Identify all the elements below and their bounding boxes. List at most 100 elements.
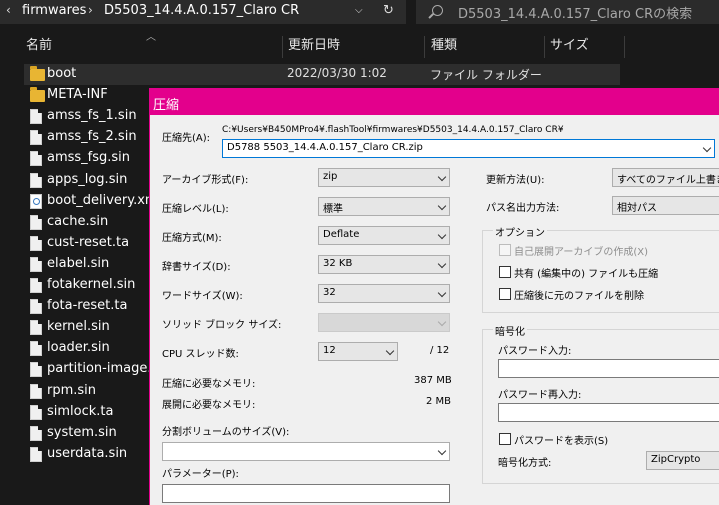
file-icon bbox=[30, 235, 42, 251]
dest-label: 圧縮先(A): bbox=[162, 133, 211, 144]
chevron-down-icon bbox=[437, 317, 447, 327]
dict-label: 辞書サイズ(D): bbox=[162, 262, 231, 273]
shared-label[interactable]: 共有 (編集中の) ファイルも圧縮 bbox=[514, 265, 658, 280]
dest-file-combo[interactable]: D5788 5503_14.4.A.0.157_Claro CR.zip bbox=[222, 139, 715, 158]
address-dropdown-icon[interactable]: ⌵ bbox=[355, 5, 363, 16]
chevron-down-icon bbox=[437, 259, 447, 269]
path-label: パス名出力方法: bbox=[486, 203, 560, 214]
threads-value: 12 bbox=[323, 345, 336, 356]
level-label: 圧縮レベル(L): bbox=[162, 204, 229, 215]
search-icon bbox=[432, 5, 443, 16]
compress-dialog: 圧縮 圧縮先(A): C:¥Users¥B450MPro4¥.flashTool… bbox=[149, 88, 719, 505]
file-type: ファイル フォルダー bbox=[430, 68, 542, 82]
threads-select[interactable]: 12 bbox=[318, 342, 398, 361]
file-icon bbox=[30, 256, 42, 272]
show-password-checkbox[interactable] bbox=[499, 433, 511, 445]
file-icon bbox=[30, 362, 42, 378]
file-name: amss_fs_1.sin bbox=[47, 108, 137, 124]
column-divider[interactable] bbox=[544, 36, 545, 58]
encryption-title: 暗号化 bbox=[493, 323, 527, 338]
folder-icon bbox=[30, 66, 45, 81]
threads-max: / 12 bbox=[430, 345, 450, 356]
file-icon bbox=[30, 214, 42, 230]
delete-checkbox[interactable] bbox=[499, 288, 511, 300]
password-confirm-input[interactable] bbox=[498, 403, 719, 422]
column-header-date[interactable]: 更新日時 bbox=[288, 34, 340, 58]
dest-path: C:¥Users¥B450MPro4¥.flashTool¥firmwares¥… bbox=[222, 125, 564, 135]
column-header-type[interactable]: 種類 bbox=[431, 34, 457, 58]
enc-method-label: 暗号化方式: bbox=[498, 458, 552, 469]
word-select[interactable]: 32 bbox=[318, 284, 450, 303]
archive-format-select[interactable]: zip bbox=[318, 168, 450, 187]
split-label: 分割ボリュームのサイズ(V): bbox=[162, 427, 290, 438]
method-label: 圧縮方式(M): bbox=[162, 233, 222, 244]
file-name: apps_log.sin bbox=[47, 171, 128, 187]
file-name: fotakernel.sin bbox=[47, 277, 136, 292]
file-icon bbox=[30, 383, 42, 399]
file-name: elabel.sin bbox=[47, 255, 110, 271]
threads-label: CPU スレッド数: bbox=[162, 349, 239, 360]
password-label: パスワード入力: bbox=[498, 346, 572, 357]
params-input[interactable] bbox=[162, 484, 450, 503]
delete-label[interactable]: 圧縮後に元のファイルを削除 bbox=[514, 287, 644, 302]
sfx-checkbox bbox=[499, 244, 511, 256]
dict-select[interactable]: 32 KB bbox=[318, 255, 450, 274]
sort-ascending-icon: ︿ bbox=[146, 32, 156, 43]
column-divider[interactable] bbox=[624, 36, 625, 58]
column-divider[interactable] bbox=[424, 36, 425, 58]
chevron-down-icon bbox=[437, 288, 447, 298]
solid-label: ソリッド ブロック サイズ: bbox=[162, 320, 282, 331]
split-combo[interactable] bbox=[162, 442, 450, 461]
search-placeholder: D5503_14.4.A.0.157_Claro CRの検索 bbox=[458, 7, 693, 22]
file-icon bbox=[30, 278, 42, 293]
dest-file-value: D5788 5503_14.4.A.0.157_Claro CR.zip bbox=[227, 142, 423, 153]
address-bar[interactable]: ‹ firmwares › D5503_14.4.A.0.157_Claro C… bbox=[0, 0, 406, 24]
params-label: パラメーター(P): bbox=[162, 469, 239, 480]
chevron-left-icon[interactable]: ‹ bbox=[6, 3, 11, 17]
file-name: userdata.sin bbox=[47, 445, 128, 461]
file-icon bbox=[30, 404, 42, 420]
update-select[interactable]: すべてのファイル上書き bbox=[612, 168, 719, 187]
mem-decomp-value: 2 MB bbox=[426, 396, 452, 407]
method-value: Deflate bbox=[323, 229, 360, 240]
path-select[interactable]: 相対パス bbox=[612, 196, 719, 215]
word-label: ワードサイズ(W): bbox=[162, 291, 243, 302]
enc-method-select[interactable]: ZipCrypto bbox=[646, 451, 719, 470]
dialog-titlebar[interactable]: 圧縮 bbox=[150, 89, 719, 115]
file-name: partition-image.si bbox=[47, 361, 162, 377]
update-label: 更新方法(U): bbox=[486, 175, 545, 186]
folder-icon bbox=[30, 87, 45, 103]
dict-value: 32 KB bbox=[323, 258, 353, 269]
file-icon bbox=[30, 130, 42, 146]
sfx-label: 自己展開アーカイブの作成(X) bbox=[514, 247, 649, 258]
level-select[interactable]: 標準 bbox=[318, 197, 450, 216]
column-divider[interactable] bbox=[282, 36, 283, 58]
options-title: オプション bbox=[493, 224, 547, 239]
column-header-size[interactable]: サイズ bbox=[550, 34, 589, 58]
file-name: simlock.ta bbox=[47, 403, 114, 419]
solid-select bbox=[318, 313, 450, 332]
chevron-down-icon bbox=[702, 143, 712, 153]
mem-decomp-label: 展開に必要なメモリ: bbox=[162, 400, 256, 411]
breadcrumb-firmwares[interactable]: firmwares bbox=[22, 3, 86, 18]
file-icon bbox=[30, 109, 42, 125]
shared-checkbox[interactable] bbox=[499, 266, 511, 278]
file-icon bbox=[30, 299, 42, 315]
password-confirm-label: パスワード再入力: bbox=[498, 390, 582, 401]
dialog-title: 圧縮 bbox=[153, 98, 180, 113]
method-select[interactable]: Deflate bbox=[318, 226, 450, 245]
file-row[interactable]: boot 2022/03/30 1:02 ファイル フォルダー bbox=[24, 64, 620, 85]
chevron-down-icon bbox=[437, 230, 447, 240]
mem-comp-label: 圧縮に必要なメモリ: bbox=[162, 379, 256, 390]
config-file-icon bbox=[30, 193, 42, 209]
file-name: cache.sin bbox=[47, 213, 109, 229]
update-value: すべてのファイル上書き bbox=[617, 175, 719, 186]
search-input[interactable]: D5503_14.4.A.0.157_Claro CRの検索 bbox=[416, 0, 719, 24]
password-input[interactable] bbox=[498, 359, 719, 378]
show-password-label[interactable]: パスワードを表示(S) bbox=[514, 432, 608, 447]
column-header-name[interactable]: 名前 bbox=[26, 34, 52, 58]
breadcrumb-current-folder[interactable]: D5503_14.4.A.0.157_Claro CR bbox=[104, 3, 299, 18]
path-value: 相対パス bbox=[617, 203, 657, 214]
refresh-icon[interactable]: ↻ bbox=[383, 3, 394, 18]
file-name: fota-reset.ta bbox=[47, 298, 128, 314]
